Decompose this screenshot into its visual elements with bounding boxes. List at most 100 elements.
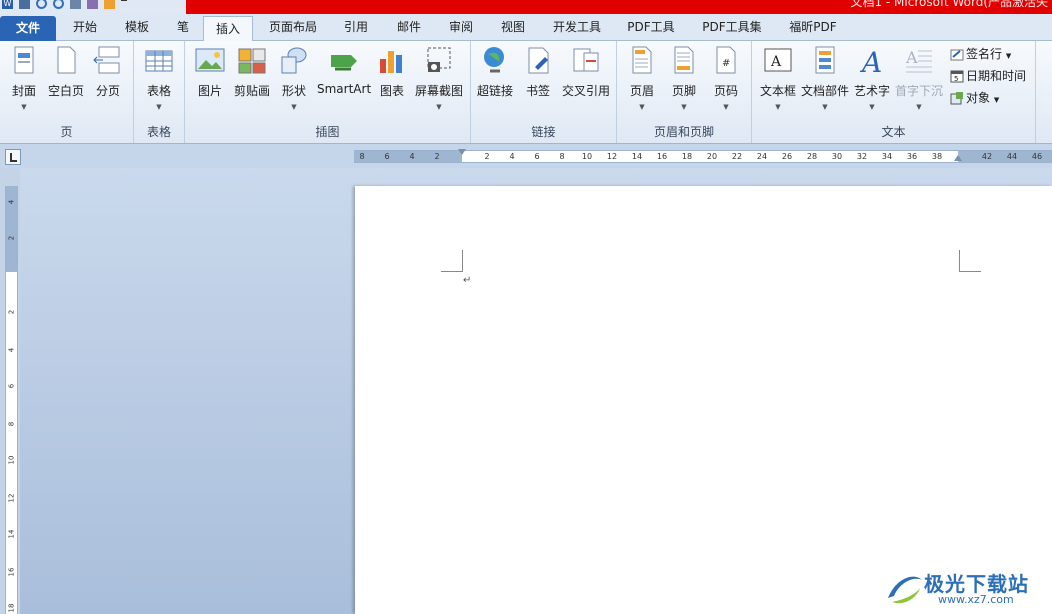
bookmark-icon [523,45,553,77]
tab-templates[interactable]: 模板 [122,14,152,41]
horizontal-ruler[interactable]: 8 6 4 2 2 4 6 8 10 12 14 16 18 20 22 24 26 28 30 32 34 36 38 42… [354,149,1052,163]
tab-page-layout[interactable]: 页面布局 [265,14,321,41]
chevron-down-icon: ▼ [291,103,297,111]
screenshot-icon [424,45,454,77]
watermark-swirl-icon [888,576,922,604]
header-button[interactable]: 页眉 ▼ [625,45,659,111]
tab-pdf-tools[interactable]: PDF工具 [626,14,676,41]
ruler-tick-label: 28 [806,152,818,161]
group-label-illustrations: 插图 [315,125,340,139]
table-icon [144,45,174,77]
group-label-links: 链接 [531,125,556,139]
footer-button[interactable]: 页脚 ▼ [667,45,701,111]
signature-line-icon [950,47,964,61]
save-icon[interactable] [19,0,30,9]
ruler-tick-label: 38 [931,152,943,161]
crop-mark-right [959,250,981,272]
chevron-down-icon: ▼ [916,103,922,111]
drop-cap-button[interactable]: A 首字下沉 ▼ [894,45,944,111]
page-break-button[interactable]: 分页 [92,45,124,111]
redo-icon[interactable] [53,0,64,9]
date-time-button[interactable]: 5 日期和时间 [950,66,1026,86]
tab-file[interactable]: 文件 [0,16,56,41]
ruler-tick-label: 14 [7,529,16,539]
chart-button[interactable]: 图表 [375,45,409,111]
right-indent-marker-icon[interactable] [954,155,962,161]
wordart-icon: A [857,45,887,79]
clip-art-icon [237,45,267,77]
page-number-button[interactable]: # 页码 ▼ [709,45,743,111]
blank-page-button[interactable]: 空白页 [46,45,86,111]
tab-selector-button[interactable] [5,149,21,165]
vertical-ruler[interactable]: 4 2 2 4 6 8 10 12 14 16 18 [5,186,18,614]
crop-mark-left [441,250,463,272]
bookmark-button[interactable]: 书签 [521,45,555,111]
ruler-tick-label: 6 [384,152,390,161]
svg-text:5: 5 [954,75,958,83]
ruler-tick-label: 4 [409,152,415,161]
object-button[interactable]: 对象 ▼ [950,88,999,108]
left-margin-region [354,151,462,162]
ruler-tick-label: 14 [631,152,643,161]
tab-references[interactable]: 引用 [341,14,371,41]
signature-line-button[interactable]: 签名行 ▼ [950,44,1011,64]
tab-view[interactable]: 视图 [498,14,528,41]
indent-marker-icon[interactable] [458,149,466,155]
tab-developer[interactable]: 开发工具 [550,14,604,41]
ruler-tick-label: 30 [831,152,843,161]
ruler-tick-label: 32 [856,152,868,161]
word-logo-icon: W [2,0,13,9]
group-illustrations: 图片 剪贴画 形状 ▼ SmartArt 图表 屏幕截图 ▼ 插图 [185,41,471,143]
ruler-tick-label: 16 [7,567,16,577]
document-page[interactable]: ↵ [355,186,1052,614]
picture-button[interactable]: 图片 [193,45,227,111]
print-preview-icon[interactable] [70,0,81,9]
window-title: 文档1 - Microsoft Word(产品激活失 [850,0,1048,9]
screenshot-button[interactable]: 屏幕截图 ▼ [413,45,465,111]
tab-pdf-toolset[interactable]: PDF工具集 [700,14,764,41]
quick-parts-icon [810,45,840,77]
table-button[interactable]: 表格 ▼ [142,45,176,111]
object-icon [950,91,964,105]
clip-art-button[interactable]: 剪贴画 [233,45,271,111]
ruler-tick-label: 12 [606,152,618,161]
group-page: 封面 ▼ 空白页 分页 页 [0,41,134,143]
text-box-icon: A [763,45,793,77]
group-label-text: 文本 [881,125,906,139]
hyperlink-button[interactable]: 超链接 [475,45,515,111]
undo-icon[interactable] [36,0,47,9]
ruler-tick-label: 4 [509,152,515,161]
ruler-tick-label: 34 [881,152,893,161]
group-text: A 文本框 ▼ 文档部件 ▼ A 艺术字 ▼ A 首字下沉 ▼ 签名行 ▼ 5日… [752,41,1036,143]
ruler-tick-label: 18 [681,152,693,161]
shapes-button[interactable]: 形状 ▼ [277,45,311,111]
chevron-down-icon: ▼ [156,103,162,111]
format-painter-icon[interactable] [87,0,98,9]
group-table: 表格 ▼ 表格 [134,41,185,143]
group-label-header-footer: 页眉和页脚 [653,125,714,139]
text-box-button[interactable]: A 文本框 ▼ [758,45,798,111]
tab-review[interactable]: 审阅 [446,14,476,41]
group-label-table: 表格 [146,125,171,139]
wordart-button[interactable]: A 艺术字 ▼ [852,45,892,111]
tab-foxit-pdf[interactable]: 福昕PDF [786,14,840,41]
cover-page-button[interactable]: 封面 ▼ [6,45,42,111]
new-doc-icon[interactable] [104,0,115,9]
ruler-tick-label: 10 [7,455,16,465]
cross-reference-button[interactable]: 交叉引用 [559,45,613,111]
quick-parts-button[interactable]: 文档部件 ▼ [800,45,850,111]
shapes-icon [279,45,309,77]
horizontal-ruler-area: 8 6 4 2 2 4 6 8 10 12 14 16 18 20 22 24 26 28 30 32 34 36 38 42… [0,144,1052,168]
tab-mailings[interactable]: 邮件 [394,14,424,41]
tab-pen[interactable]: 笔 [174,14,192,41]
tab-home[interactable]: 开始 [70,14,100,41]
customize-qat-icon[interactable] [121,0,127,9]
ruler-tick-label: 8 [359,152,365,161]
header-icon [627,45,657,77]
smartart-button[interactable]: SmartArt [317,45,371,111]
chevron-down-icon: ▼ [775,103,781,111]
chevron-down-icon: ▼ [869,103,875,111]
chart-icon [377,45,407,77]
tab-insert[interactable]: 插入 [203,16,253,42]
svg-text:A: A [905,48,918,67]
